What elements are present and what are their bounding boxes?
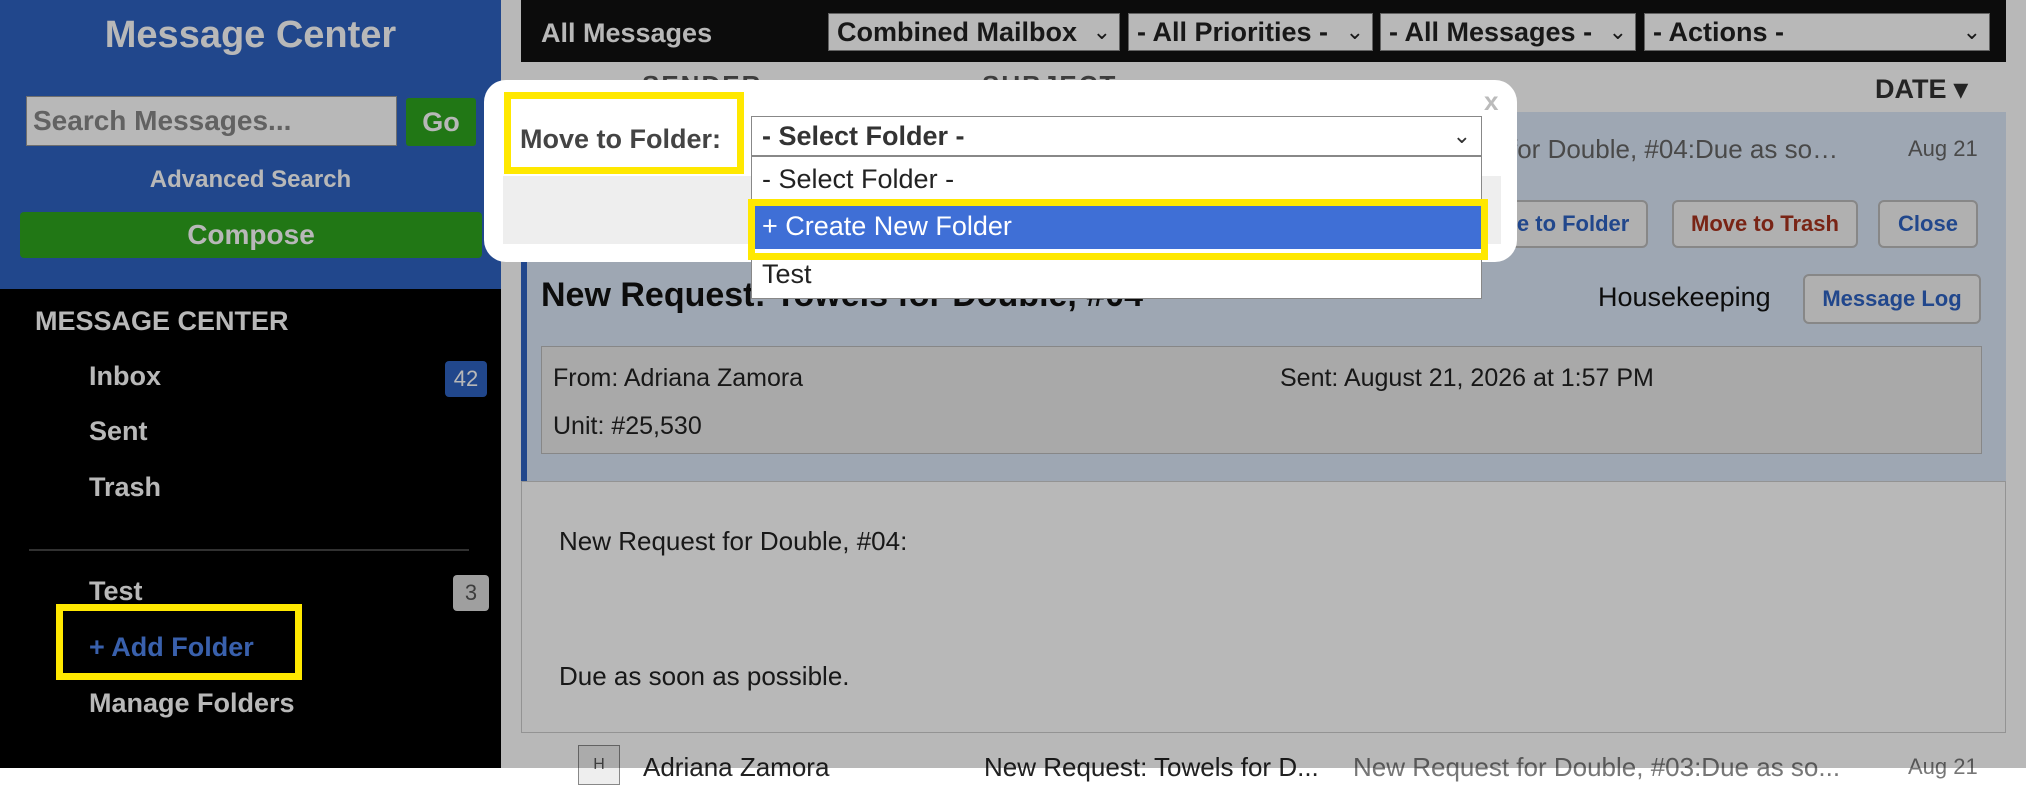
folder-select-value: - Select Folder -	[762, 121, 965, 151]
highlight-box-create-folder	[748, 199, 1488, 260]
highlight-box-add-folder	[56, 604, 302, 680]
chevron-down-icon: ⌄	[1452, 123, 1471, 148]
highlight-box-move-label	[504, 92, 744, 174]
folder-select[interactable]: - Select Folder - ⌄	[751, 116, 1482, 156]
close-icon[interactable]: x	[1484, 86, 1498, 117]
dropdown-option-select-folder[interactable]: - Select Folder -	[752, 156, 1481, 202]
